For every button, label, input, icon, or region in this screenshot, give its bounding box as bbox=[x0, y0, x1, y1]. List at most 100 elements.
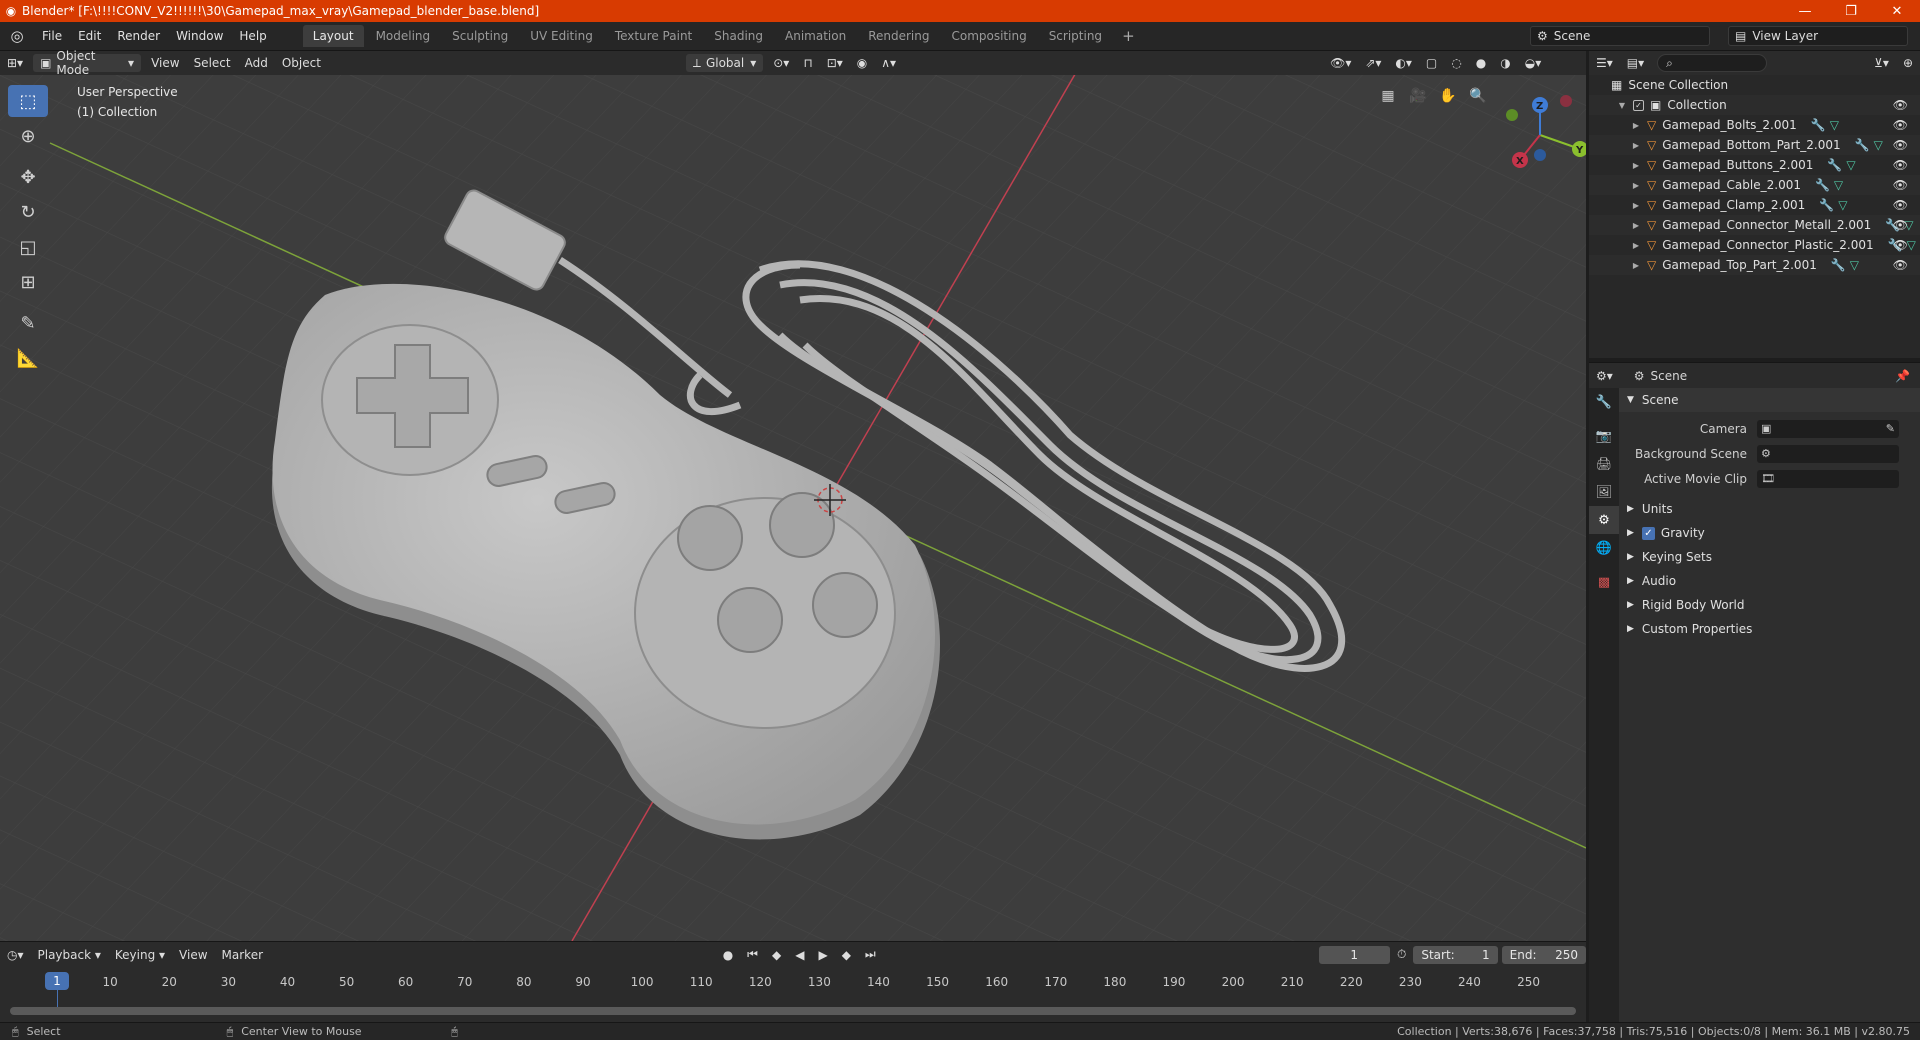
camera-view-icon[interactable]: 🎥 bbox=[1405, 83, 1431, 109]
start-frame-field[interactable]: Start: 1 bbox=[1413, 945, 1498, 964]
eye-icon[interactable]: 👁 bbox=[1893, 138, 1908, 152]
snap-icon[interactable]: ⊓ bbox=[796, 54, 819, 72]
prev-keyframe-icon[interactable]: ◆ bbox=[765, 946, 788, 964]
expand-triangle-icon[interactable]: ▶ bbox=[1631, 241, 1641, 250]
eye-icon[interactable]: 👁 bbox=[1893, 238, 1908, 252]
proportional-edit-icon[interactable]: ◉ bbox=[850, 54, 874, 72]
transform-orientation-dropdown[interactable]: ⟂ Global ▾ bbox=[685, 54, 764, 72]
menu-select[interactable]: Select bbox=[187, 54, 238, 72]
minimize-button[interactable]: — bbox=[1782, 4, 1828, 19]
mode-dropdown[interactable]: ▣ Object Mode ▾ bbox=[33, 49, 142, 77]
tab-scripting[interactable]: Scripting bbox=[1039, 25, 1112, 47]
frame-clock-icon[interactable]: ⏱ bbox=[1390, 946, 1413, 964]
expand-triangle-icon[interactable]: ▶ bbox=[1631, 181, 1641, 190]
timeline-area[interactable]: 1 10 20 30 40 50 60 70 80 90 100 110 120 130 140 150 160… bbox=[0, 967, 1586, 1022]
pin-icon[interactable]: 📌 bbox=[1895, 369, 1910, 383]
modifier-wrench-icon[interactable]: 🔧 bbox=[1827, 158, 1842, 172]
menu-marker[interactable]: Marker bbox=[215, 946, 270, 964]
camera-field[interactable]: ▣ ✎ bbox=[1757, 419, 1899, 438]
mesh-data-icon[interactable]: ▽ bbox=[1850, 258, 1859, 272]
properties-editor-icon[interactable]: ⚙▾ bbox=[1589, 367, 1620, 385]
expand-triangle-icon[interactable]: ▼ bbox=[1617, 101, 1627, 110]
expand-triangle-icon[interactable]: ▶ bbox=[1631, 261, 1641, 270]
outliner-object-row[interactable]: ▶ ▽ Gamepad_Buttons_2.001 🔧 ▽ 👁 bbox=[1589, 155, 1920, 175]
gravity-checkbox[interactable]: ✓ bbox=[1641, 526, 1655, 540]
tab-sculpting[interactable]: Sculpting bbox=[442, 25, 518, 47]
menu-help[interactable]: Help bbox=[231, 22, 274, 51]
tab-render[interactable]: 📷 bbox=[1589, 422, 1619, 450]
menu-playback[interactable]: Playback ▾ bbox=[31, 946, 108, 964]
expand-triangle-icon[interactable]: ▶ bbox=[1631, 141, 1641, 150]
pivot-point-icon[interactable]: ⊙▾ bbox=[766, 54, 796, 72]
tab-shading[interactable]: Shading bbox=[704, 25, 773, 47]
mesh-data-icon[interactable]: ▽ bbox=[1846, 158, 1855, 172]
transform-tool[interactable]: ⊞ bbox=[8, 266, 48, 298]
scale-tool[interactable]: ◱ bbox=[8, 231, 48, 263]
modifier-wrench-icon[interactable]: 🔧 bbox=[1815, 178, 1830, 192]
eye-icon[interactable]: 👁 bbox=[1893, 258, 1908, 272]
tab-uv-editing[interactable]: UV Editing bbox=[520, 25, 603, 47]
axis-gizmo[interactable]: Y X Z bbox=[1490, 85, 1586, 175]
active-clip-field[interactable]: 🎞 bbox=[1757, 469, 1899, 488]
outliner-object-row[interactable]: ▶ ▽ Gamepad_Connector_Metall_2.001 🔧 ▽ 👁 bbox=[1589, 215, 1920, 235]
falloff-icon[interactable]: ∧▾ bbox=[874, 54, 903, 72]
eyedropper-icon[interactable]: ✎ bbox=[1886, 422, 1895, 435]
modifier-wrench-icon[interactable]: 🔧 bbox=[1831, 258, 1846, 272]
scene-panel-header[interactable]: ▼ Scene bbox=[1619, 388, 1920, 412]
rigid-body-world-panel[interactable]: ▶ Rigid Body World bbox=[1619, 593, 1920, 617]
collection-checkbox[interactable]: ✓ bbox=[1633, 99, 1644, 111]
blender-menu-icon[interactable]: ◎ bbox=[0, 27, 34, 45]
outliner-object-row[interactable]: ▶ ▽ Gamepad_Top_Part_2.001 🔧 ▽ 👁 bbox=[1589, 255, 1920, 275]
view-layer-selector[interactable]: ▤ View Layer bbox=[1728, 26, 1908, 46]
display-mode-icon[interactable]: ▤▾ bbox=[1620, 54, 1651, 72]
tab-view-layer[interactable]: 🖼 bbox=[1589, 478, 1619, 506]
tab-texture-paint[interactable]: Texture Paint bbox=[605, 25, 702, 47]
tab-output[interactable]: 🖨 bbox=[1589, 450, 1619, 478]
solid-shading-icon[interactable]: ● bbox=[1469, 54, 1493, 72]
current-frame-field[interactable]: 1 bbox=[1318, 945, 1390, 964]
units-panel[interactable]: ▶ Units bbox=[1619, 497, 1920, 521]
scene-collection-row[interactable]: ▦ Scene Collection bbox=[1589, 75, 1920, 95]
keying-sets-panel[interactable]: ▶ Keying Sets bbox=[1619, 545, 1920, 569]
record-icon[interactable]: ● bbox=[716, 946, 740, 964]
tab-compositing[interactable]: Compositing bbox=[941, 25, 1036, 47]
editor-type-icon[interactable]: ⊞▾ bbox=[0, 54, 30, 72]
move-tool[interactable]: ✥ bbox=[8, 161, 48, 193]
tab-layout[interactable]: Layout bbox=[302, 25, 364, 47]
mesh-data-icon[interactable]: ▽ bbox=[1874, 138, 1883, 152]
mesh-data-icon[interactable]: ▽ bbox=[1834, 178, 1843, 192]
menu-edit[interactable]: Edit bbox=[70, 22, 109, 51]
tab-world[interactable]: 🌐 bbox=[1589, 534, 1619, 562]
modifier-wrench-icon[interactable]: 🔧 bbox=[1811, 118, 1826, 132]
tab-rendering[interactable]: Rendering bbox=[858, 25, 939, 47]
add-workspace-button[interactable]: + bbox=[1114, 27, 1143, 45]
mesh-data-icon[interactable]: ▽ bbox=[1838, 198, 1847, 212]
tab-tool[interactable]: 🔧 bbox=[1589, 388, 1619, 416]
expand-triangle-icon[interactable]: ▶ bbox=[1631, 201, 1641, 210]
zoom-icon[interactable]: 🔍 bbox=[1465, 83, 1491, 109]
eye-icon[interactable]: 👁 bbox=[1893, 178, 1908, 192]
eye-icon[interactable]: 👁 bbox=[1893, 158, 1908, 172]
timeline-scrollbar[interactable] bbox=[10, 1007, 1576, 1015]
tab-texture[interactable]: ▩ bbox=[1589, 568, 1619, 596]
outliner-object-row[interactable]: ▶ ▽ Gamepad_Clamp_2.001 🔧 ▽ 👁 bbox=[1589, 195, 1920, 215]
measure-tool[interactable]: 📐 bbox=[8, 342, 48, 374]
wireframe-shading-icon[interactable]: ◌ bbox=[1444, 54, 1468, 72]
play-reverse-icon[interactable]: ◀ bbox=[788, 946, 811, 964]
menu-window[interactable]: Window bbox=[168, 22, 231, 51]
jump-start-icon[interactable]: ⏮ bbox=[740, 946, 765, 964]
menu-file[interactable]: File bbox=[34, 22, 70, 51]
outliner-object-row[interactable]: ▶ ▽ Gamepad_Connector_Plastic_2.001 🔧 ▽ 👁 bbox=[1589, 235, 1920, 255]
cursor-tool[interactable]: ⊕ bbox=[8, 120, 48, 152]
play-icon[interactable]: ▶ bbox=[811, 946, 834, 964]
modifier-wrench-icon[interactable]: 🔧 bbox=[1855, 138, 1870, 152]
mesh-data-icon[interactable]: ▽ bbox=[1830, 118, 1839, 132]
gravity-panel[interactable]: ▶ ✓ Gravity bbox=[1619, 521, 1920, 545]
custom-properties-panel[interactable]: ▶ Custom Properties bbox=[1619, 617, 1920, 641]
select-box-tool[interactable]: ⬚ bbox=[8, 85, 48, 117]
visibility-icon[interactable]: 👁▾ bbox=[1323, 54, 1358, 72]
tab-animation[interactable]: Animation bbox=[775, 25, 856, 47]
tab-modeling[interactable]: Modeling bbox=[366, 25, 441, 47]
toggle-grid-icon[interactable]: ▦ bbox=[1375, 83, 1401, 109]
xray-icon[interactable]: ▢ bbox=[1419, 54, 1444, 72]
